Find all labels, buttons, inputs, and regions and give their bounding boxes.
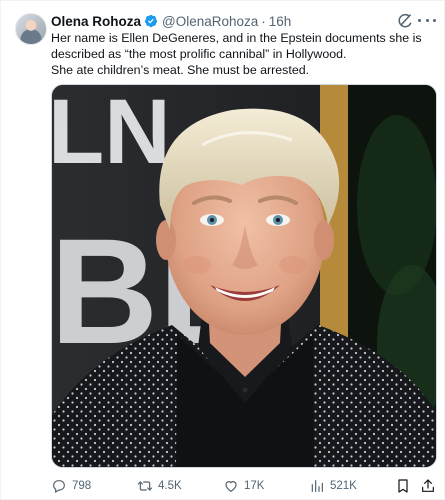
share-button[interactable]	[420, 475, 441, 497]
tweet-photo[interactable]: LN BE	[51, 84, 437, 468]
verified-badge-icon[interactable]	[144, 14, 158, 28]
like-count: 17K	[244, 480, 265, 492]
reply-button[interactable]: 798	[51, 475, 91, 497]
tweet-text-line: described as “the most prolific cannibal…	[51, 47, 347, 61]
tweet-card[interactable]: Olena Rohoza @OlenaRohoza · 16h Her name…	[0, 0, 445, 500]
views-button[interactable]: 521K	[309, 475, 357, 497]
retweet-icon	[137, 481, 153, 491]
tweet-header: Olena Rohoza @OlenaRohoza · 16h	[51, 12, 414, 30]
author-handle[interactable]: @OlenaRohoza	[162, 14, 258, 29]
author-name[interactable]: Olena Rohoza	[51, 14, 141, 29]
bookmark-button[interactable]	[395, 475, 416, 497]
like-icon	[225, 481, 237, 492]
reply-icon	[53, 480, 65, 494]
grok-icon[interactable]	[396, 12, 414, 30]
views-icon	[311, 480, 323, 492]
action-bar: 798 4.5K 17K 521K	[51, 475, 437, 497]
header-separator: ·	[261, 13, 266, 29]
tweet-time[interactable]: 16h	[269, 14, 292, 29]
retweet-count: 4.5K	[158, 480, 182, 492]
avatar[interactable]	[15, 13, 47, 45]
retweet-button[interactable]: 4.5K	[137, 475, 182, 497]
more-icon[interactable]	[418, 11, 436, 29]
views-count: 521K	[330, 480, 357, 492]
share-icon	[422, 479, 434, 492]
bookmark-icon	[398, 479, 408, 493]
reply-count: 798	[72, 480, 92, 492]
like-button[interactable]: 17K	[223, 475, 264, 497]
tweet-text-line: Her name is Ellen DeGeneres, and in the …	[51, 31, 422, 45]
tweet-text-line: She ate children’s meat. She must be arr…	[51, 63, 310, 77]
svg-text:LN: LN	[52, 85, 171, 183]
tweet-text: Her name is Ellen DeGeneres, and in the …	[51, 30, 437, 78]
